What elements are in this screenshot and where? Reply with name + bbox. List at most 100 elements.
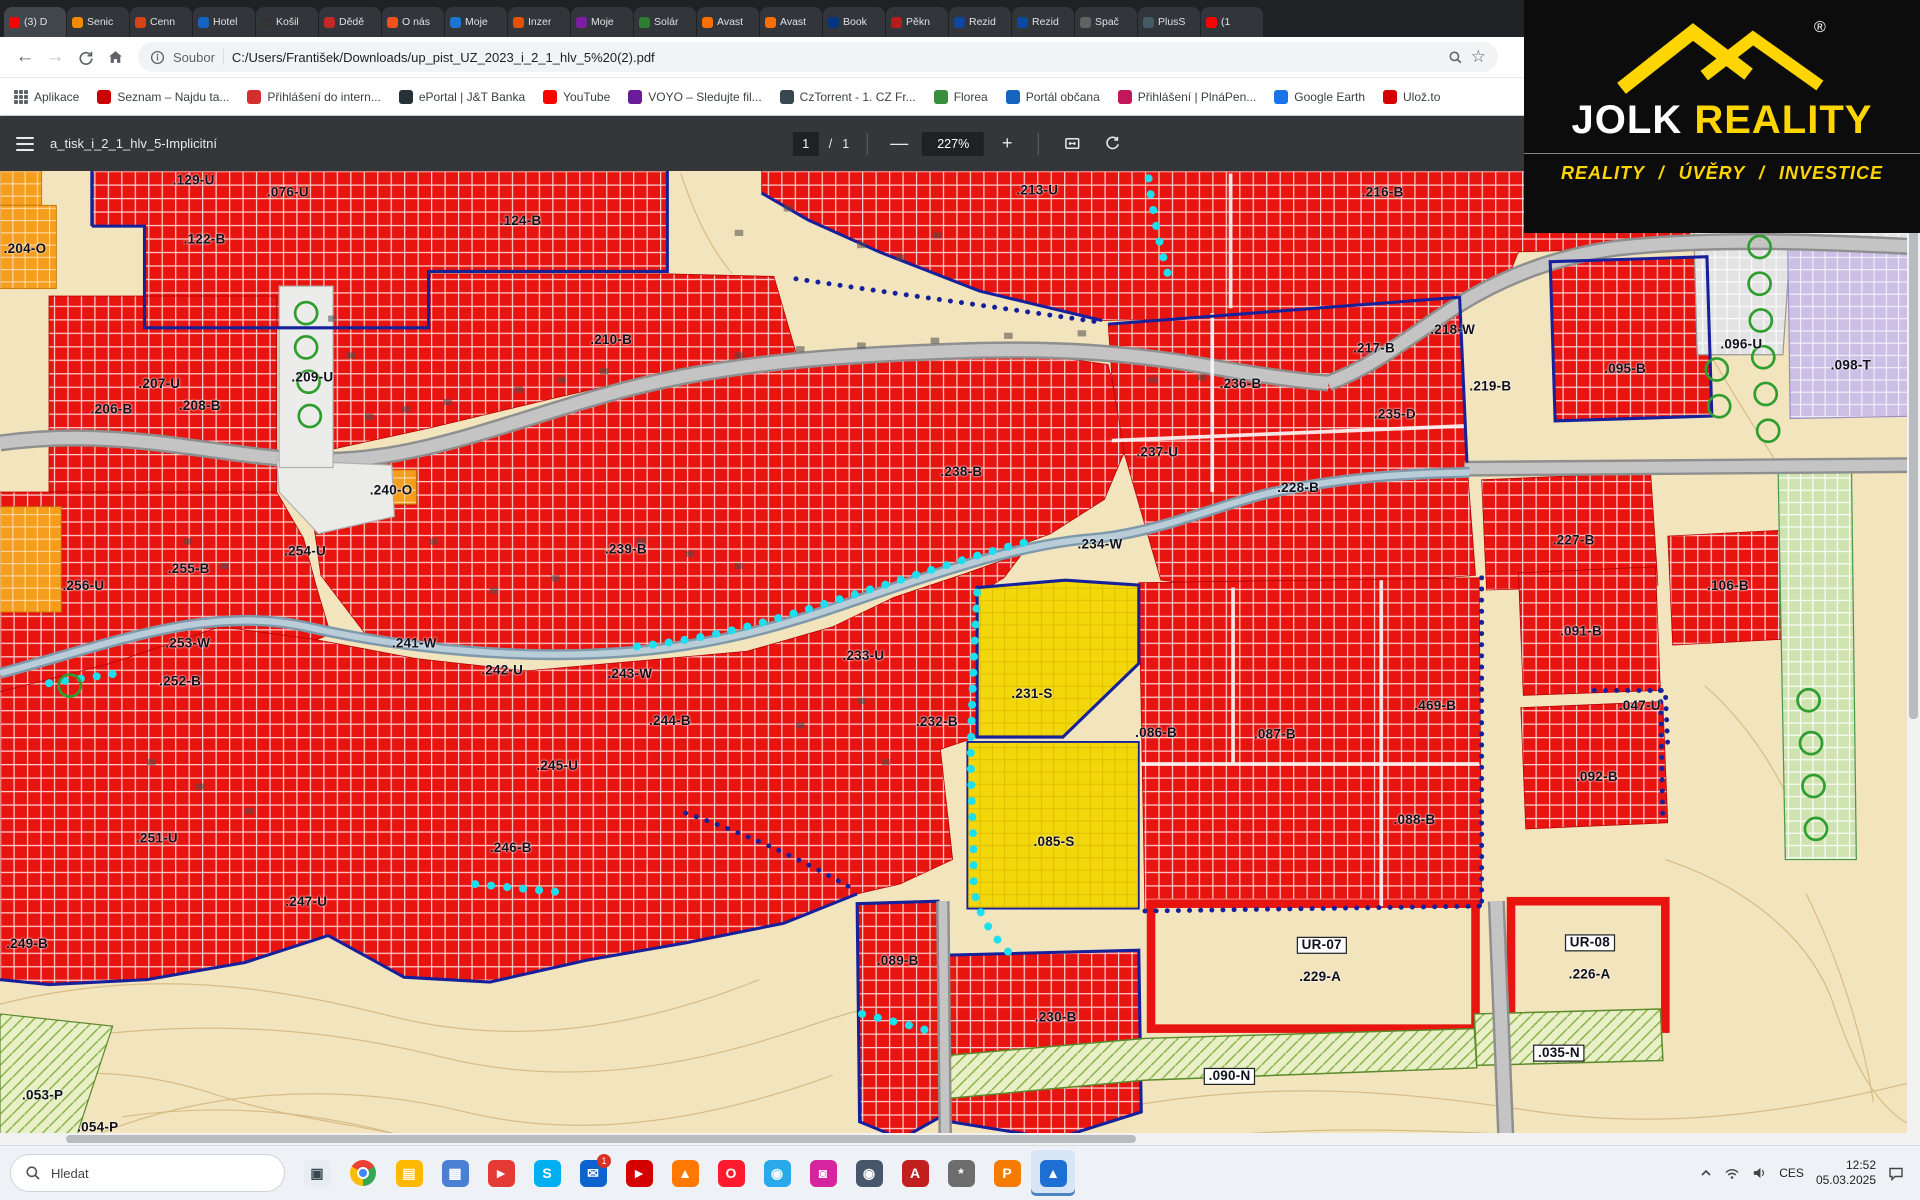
url-text[interactable]: C:/Users/František/Downloads/up_pist_UZ_… [232,50,1440,65]
logo-word-jolk: JOLK [1572,98,1683,142]
address-bar[interactable]: Soubor C:/Users/František/Downloads/up_p… [138,42,1498,72]
tab-label: Rezid [1032,16,1059,28]
zoom-in-button[interactable]: + [994,131,1020,157]
scrollbar-thumb-v[interactable] [1909,179,1918,719]
browser-tab[interactable]: Rezid [1012,7,1074,37]
mail-icon[interactable]: ✉1 [571,1150,615,1196]
bookmark-item[interactable]: Portál občana [1006,90,1100,104]
browser-tab[interactable]: Moje [571,7,633,37]
bookmark-label: ePortal | J&T Banka [419,90,525,104]
browser-tab[interactable]: PlusS [1138,7,1200,37]
browser-tab[interactable]: Book [823,7,885,37]
map-horizontal-scrollbar[interactable] [0,1133,1920,1145]
screen: (3) DSenicCennHotelKošilDěděO násMojeInz… [0,0,1920,1200]
browser-tab[interactable]: Rezid [949,7,1011,37]
tab-favicon [1206,17,1217,28]
scrollbar-thumb-h[interactable] [66,1135,1136,1143]
browser-tab[interactable]: Hotel [193,7,255,37]
file-explorer-icon[interactable]: ▤ [387,1150,431,1196]
reload-button[interactable] [70,42,100,72]
bookmark-item[interactable]: Přihlášení do intern... [247,90,380,104]
avast-icon[interactable]: ▲ [663,1150,707,1196]
pdf-page-map[interactable]: .129-U.076-U.124-B.213-U.216-B.204-O.122… [0,171,1920,1145]
browser-tab[interactable]: Cenn [130,7,192,37]
map-vertical-scrollbar[interactable] [1907,171,1920,1145]
rotate-button[interactable] [1097,129,1127,159]
clock[interactable]: 12:52 05.03.2025 [1816,1158,1876,1188]
bookmark-item[interactable]: VOYO – Sledujte fil... [628,90,761,104]
bookmark-item[interactable]: CzTorrent - 1. CZ Fr... [780,90,916,104]
media-player-glyph: ► [488,1160,515,1187]
reload-icon [77,49,94,66]
photos-icon[interactable]: ▲ [1031,1150,1075,1196]
tab-label: Moje [591,16,614,28]
instagram-icon[interactable]: ◙ [801,1150,845,1196]
calculator-glyph: ▦ [442,1160,469,1187]
pdf-menu-icon[interactable] [16,137,34,151]
browser-tab[interactable]: Inzer [508,7,570,37]
volume-icon[interactable] [1752,1166,1767,1180]
tab-label: Solár [654,16,679,28]
browser-tab[interactable]: (1 [1201,7,1263,37]
opera-icon[interactable]: O [709,1150,753,1196]
bookmark-favicon [1274,90,1288,104]
browser-tab[interactable]: Solár [634,7,696,37]
tab-favicon [324,17,335,28]
bookmark-star-icon[interactable]: ☆ [1471,47,1486,67]
skype-icon[interactable]: S [525,1150,569,1196]
notification-icon[interactable] [1888,1166,1904,1181]
acrobat-icon[interactable]: A [893,1150,937,1196]
telegram-icon[interactable]: ◉ [755,1150,799,1196]
browser-tab[interactable]: Spač [1075,7,1137,37]
bookmark-item[interactable]: Přihlášení | PlnáPen... [1118,90,1257,104]
home-button[interactable] [100,42,130,72]
bookmark-item[interactable]: Aplikace [14,90,79,104]
steam-icon[interactable]: ◉ [847,1150,891,1196]
fit-page-button[interactable] [1057,129,1087,159]
bookmark-item[interactable]: Ulož.to [1383,90,1440,104]
browser-tab[interactable]: Dědě [319,7,381,37]
bookmark-item[interactable]: Florea [934,90,988,104]
opera-glyph: O [718,1160,745,1187]
info-icon[interactable] [150,50,165,65]
youtube-icon[interactable]: ► [617,1150,661,1196]
bookmark-item[interactable]: YouTube [543,90,610,104]
task-view-icon[interactable]: ▣ [295,1150,339,1196]
browser-tab[interactable]: Košil [256,7,318,37]
browser-tab[interactable]: Moje [445,7,507,37]
browser-tab[interactable]: (3) D [4,7,66,37]
bookmark-label: Portál občana [1026,90,1100,104]
wifi-icon[interactable] [1724,1166,1740,1180]
bookmark-favicon [97,90,111,104]
tab-favicon [639,17,650,28]
youtube-glyph: ► [626,1160,653,1187]
paint-icon[interactable]: P [985,1150,1029,1196]
zone-red-089 [857,901,940,1139]
bookmark-item[interactable]: ePortal | J&T Banka [399,90,525,104]
tray-expand-icon[interactable] [1700,1167,1712,1179]
bookmark-item[interactable]: Seznam – Najdu ta... [97,90,229,104]
zoom-out-button[interactable]: — [886,131,912,157]
tab-label: Inzer [528,16,551,28]
browser-tab[interactable]: Avast [760,7,822,37]
language-indicator[interactable]: CES [1779,1166,1804,1180]
calculator-icon[interactable]: ▦ [433,1150,477,1196]
paint-glyph: P [994,1160,1021,1187]
browser-tab[interactable]: O nás [382,7,444,37]
bookmark-item[interactable]: Google Earth [1274,90,1365,104]
zoom-level[interactable]: 227% [922,132,984,156]
page-input[interactable]: 1 [793,132,819,156]
taskbar-search[interactable]: Hledat [10,1154,285,1192]
zone-red-092 [1521,702,1668,829]
tab-label: Košil [276,16,299,28]
back-button[interactable]: ← [10,42,40,72]
chrome-icon[interactable] [341,1150,385,1196]
settings-icon[interactable]: * [939,1150,983,1196]
browser-tab[interactable]: Pěkn [886,7,948,37]
toolbar-divider-2 [1038,133,1039,155]
zoom-lens-icon[interactable] [1448,50,1463,65]
forward-button[interactable]: → [40,42,70,72]
browser-tab[interactable]: Senic [67,7,129,37]
browser-tab[interactable]: Avast [697,7,759,37]
media-player-icon[interactable]: ► [479,1150,523,1196]
